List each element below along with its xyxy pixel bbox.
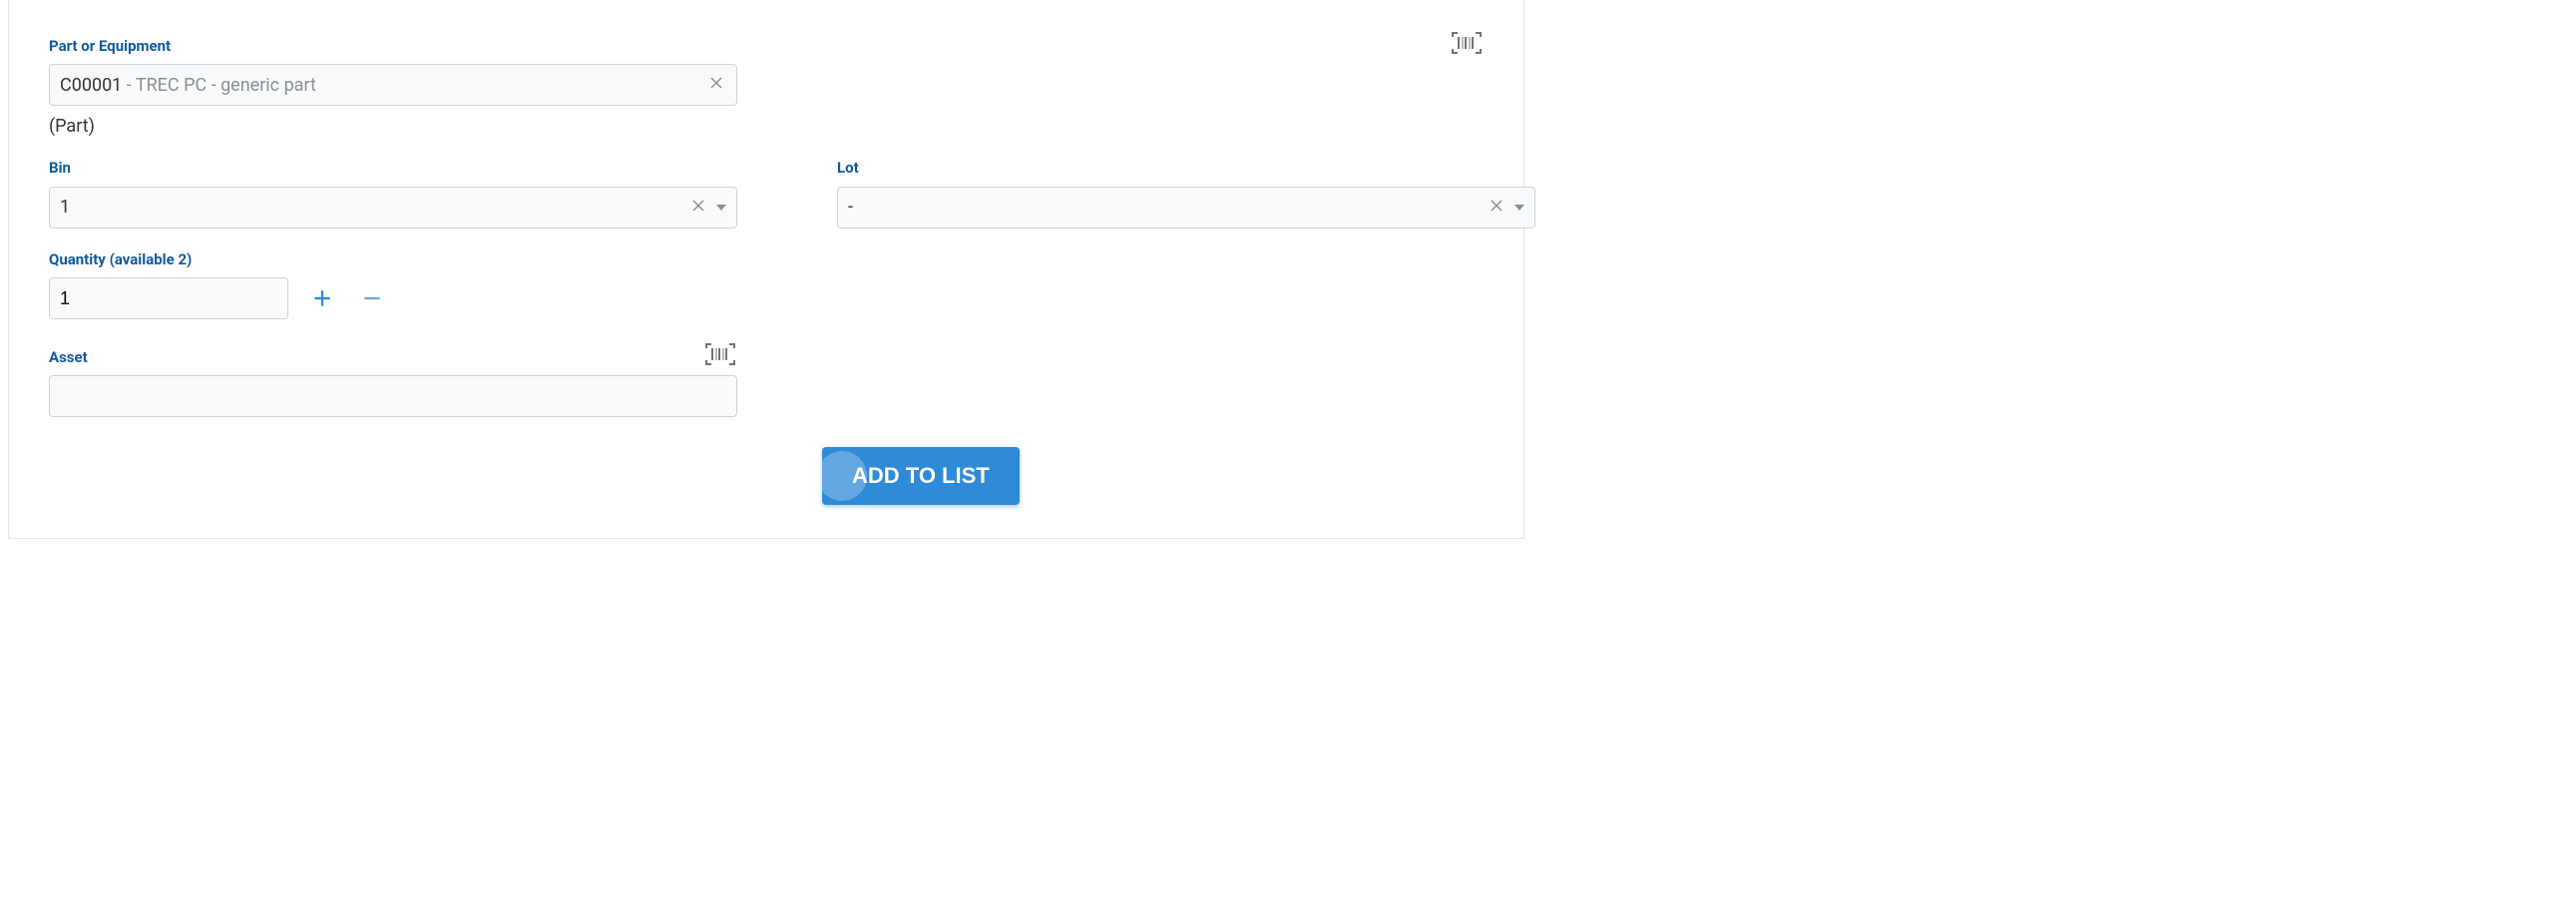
chevron-down-icon — [1514, 205, 1524, 211]
add-to-list-label: ADD TO LIST — [852, 463, 990, 488]
lot-clear-button[interactable] — [1487, 199, 1506, 217]
close-icon — [710, 77, 722, 89]
add-to-list-button[interactable]: ADD TO LIST — [822, 447, 1020, 505]
minus-icon — [362, 285, 382, 311]
part-label: Part or Equipment — [49, 37, 171, 57]
part-code: C00001 — [60, 75, 122, 96]
close-icon — [1491, 200, 1503, 212]
chevron-down-icon — [716, 205, 726, 211]
asset-input[interactable] — [49, 375, 737, 417]
bin-label: Bin — [49, 159, 71, 179]
part-type-text: (Part) — [49, 116, 1484, 137]
bin-clear-button[interactable] — [688, 199, 708, 217]
asset-barcode-button[interactable] — [703, 341, 737, 367]
quantity-input[interactable] — [50, 278, 288, 318]
part-clear-button[interactable] — [706, 76, 726, 94]
lot-value: - — [848, 197, 1487, 218]
bin-label-row: Bin — [49, 159, 737, 179]
asset-label: Asset — [49, 348, 88, 368]
asset-label-row: Asset — [49, 341, 737, 367]
quantity-decrement-button[interactable] — [356, 282, 388, 314]
quantity-increment-button[interactable] — [306, 282, 338, 314]
quantity-group: pc — [49, 277, 288, 319]
lot-select[interactable]: - — [837, 187, 1535, 228]
barcode-icon — [1452, 31, 1482, 55]
bin-select[interactable]: 1 — [49, 187, 737, 228]
quantity-label-row: Quantity (available 2) — [49, 250, 248, 270]
bin-value: 1 — [60, 197, 688, 218]
lot-label: Lot — [837, 159, 859, 179]
button-row: ADD TO LIST — [49, 447, 1484, 505]
quantity-label: Quantity (available 2) — [49, 250, 192, 270]
lot-label-row: Lot — [837, 159, 1535, 179]
form-card: Part or Equipment C00001 - TREC PC - gen… — [8, 0, 1524, 539]
close-icon — [692, 200, 704, 212]
part-label-row: Part or Equipment — [49, 30, 1484, 56]
part-desc: - TREC PC - generic part — [122, 75, 316, 96]
barcode-icon — [705, 342, 735, 366]
part-barcode-button[interactable] — [1450, 30, 1484, 56]
part-input[interactable]: C00001 - TREC PC - generic part — [49, 64, 737, 106]
plus-icon — [312, 285, 332, 311]
